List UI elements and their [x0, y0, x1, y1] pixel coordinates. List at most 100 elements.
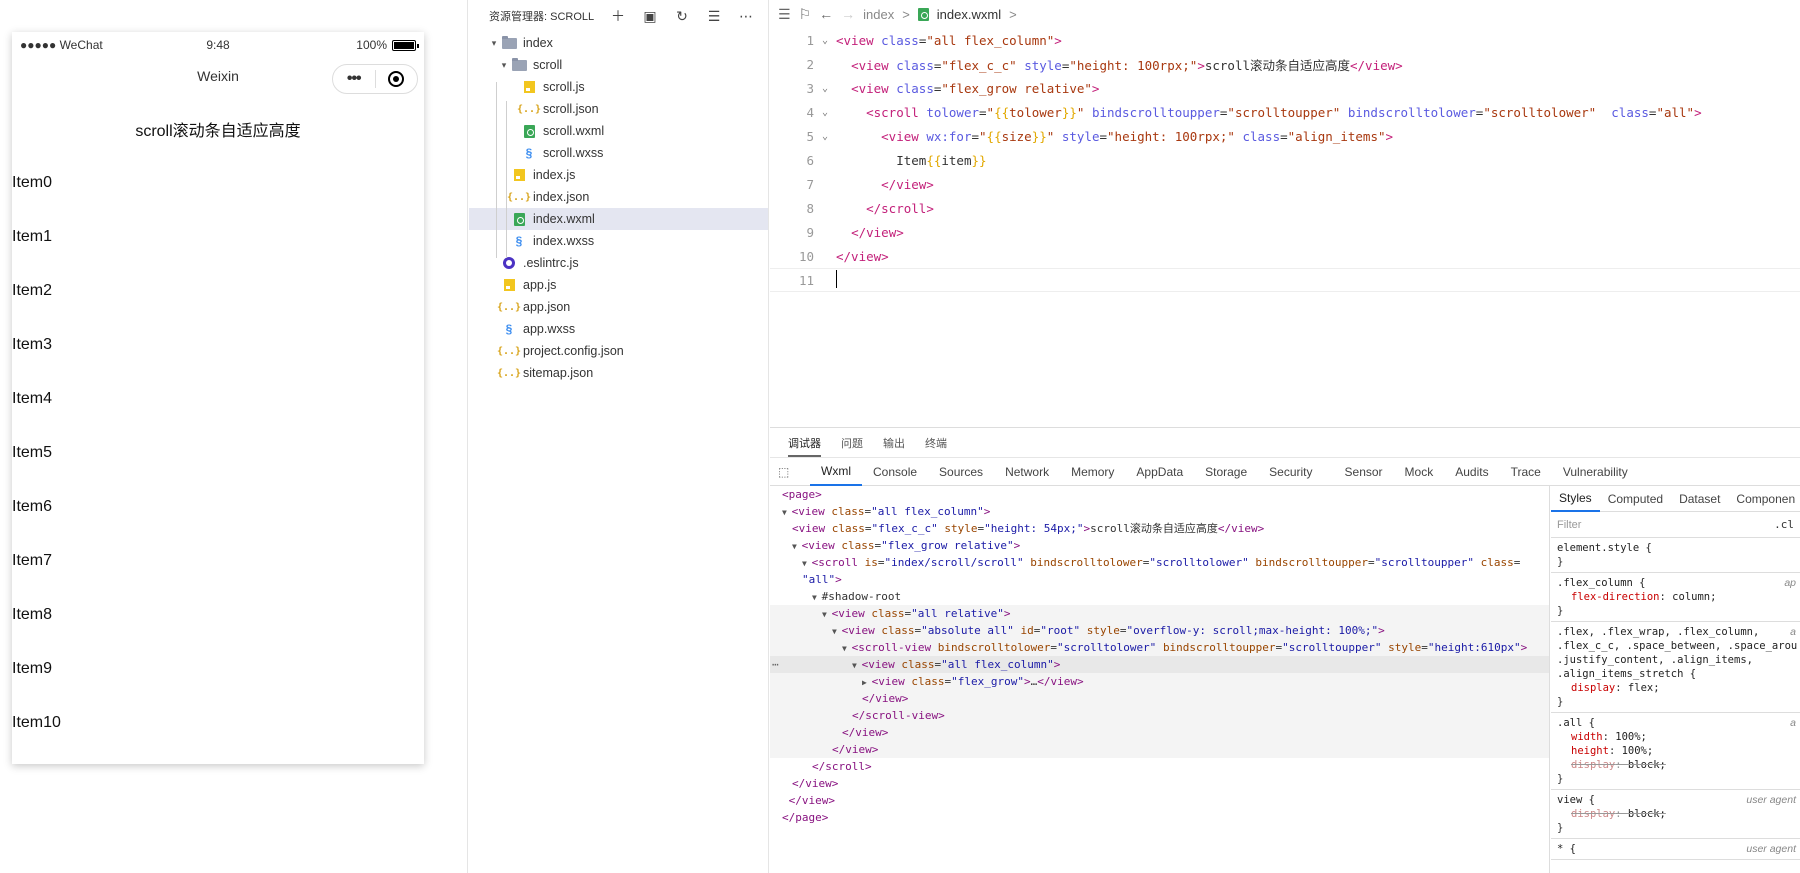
dom-node-row[interactable]: </view>: [770, 792, 1549, 809]
dom-node-row[interactable]: ▼ #shadow-root: [770, 588, 1549, 605]
new-file-icon[interactable]: ＋: [608, 6, 628, 26]
tree-item-scroll-wxss[interactable]: § scroll.wxss: [469, 142, 768, 164]
code-text[interactable]: <view wx:for="{{size}}" style="height: 1…: [836, 129, 1393, 144]
tree-item-app-json[interactable]: {..} app.json: [469, 296, 768, 318]
tab-wxml[interactable]: Wxml: [810, 458, 862, 486]
list-item[interactable]: Item8: [12, 588, 424, 642]
close-miniprogram-icon[interactable]: [376, 71, 418, 87]
tab-audits[interactable]: Audits: [1444, 458, 1499, 486]
css-declaration[interactable]: width: 100%;: [1557, 730, 1794, 744]
dom-node-row[interactable]: "all">: [770, 571, 1549, 588]
tab-trace[interactable]: Trace: [1500, 458, 1552, 486]
tab-2[interactable]: 输出: [883, 435, 905, 451]
expand-arrow-icon[interactable]: ▼: [802, 559, 812, 568]
scroll-list[interactable]: Item0 Item1 Item2 Item3 Item4 Item5 Item6 Item7…: [12, 156, 424, 750]
code-line[interactable]: 6 Item{{item}}: [770, 148, 1800, 172]
styles-tab-1[interactable]: Computed: [1600, 486, 1671, 512]
expand-arrow-icon[interactable]: ▼: [812, 593, 822, 602]
css-source[interactable]: a: [1790, 716, 1796, 730]
tab-3[interactable]: 终端: [925, 435, 947, 451]
list-item[interactable]: Item5: [12, 426, 424, 480]
tree-item-eslintrc-js[interactable]: .eslintrc.js: [469, 252, 768, 274]
code-line[interactable]: 8 </scroll>: [770, 196, 1800, 220]
code-text[interactable]: Item{{item}}: [836, 153, 986, 168]
dom-node-row[interactable]: <page>: [770, 486, 1549, 503]
css-source[interactable]: user agent: [1746, 793, 1796, 807]
capsule-menu[interactable]: •••: [332, 64, 418, 94]
tree-item-scroll-wxml[interactable]: scroll.wxml: [469, 120, 768, 142]
tree-item-index[interactable]: ▾ index: [469, 32, 768, 54]
dom-node-row[interactable]: </view>: [770, 775, 1549, 792]
breadcrumb-file[interactable]: index.wxml: [937, 7, 1001, 22]
tree-item-index-wxss[interactable]: § index.wxss: [469, 230, 768, 252]
fold-chevron-icon[interactable]: ⌄: [814, 35, 836, 46]
code-line[interactable]: 4 ⌄ <scroll tolower="{{tolower}}" bindscr…: [770, 100, 1800, 124]
tree-item-app-js[interactable]: app.js: [469, 274, 768, 296]
breadcrumb-folder[interactable]: index: [863, 7, 894, 22]
css-declaration[interactable]: flex-direction: column;: [1557, 590, 1794, 604]
cls-toggle[interactable]: .cl: [1774, 518, 1794, 531]
expand-arrow-icon[interactable]: ▼: [822, 610, 832, 619]
tree-item-index-js[interactable]: index.js: [469, 164, 768, 186]
dom-node-row[interactable]: ▼ <scroll-view bindscrolltolower="scroll…: [770, 639, 1549, 656]
styles-tab-2[interactable]: Dataset: [1671, 486, 1728, 512]
code-line[interactable]: 5 ⌄ <view wx:for="{{size}}" style="height…: [770, 124, 1800, 148]
tab-storage[interactable]: Storage: [1194, 458, 1258, 486]
dom-node-row[interactable]: ▼ <view class="all relative">: [770, 605, 1549, 622]
tree-item-scroll-js[interactable]: scroll.js: [469, 76, 768, 98]
list-item[interactable]: Item3: [12, 318, 424, 372]
css-declaration[interactable]: display: block;: [1557, 758, 1794, 772]
expand-arrow-icon[interactable]: ▼: [792, 542, 802, 551]
chevron-down-icon[interactable]: ▾: [487, 38, 501, 49]
code-text[interactable]: <view class="flex_grow relative">: [836, 81, 1099, 96]
dom-node-row[interactable]: </view>: [770, 724, 1549, 741]
tree-item-index-json[interactable]: {..} index.json: [469, 186, 768, 208]
code-text[interactable]: <view class="all flex_column">: [836, 33, 1062, 48]
wxml-tree[interactable]: <page> ▼ <view class="all flex_column"> <v…: [770, 486, 1550, 873]
list-item[interactable]: Item9: [12, 642, 424, 696]
styles-tab-3[interactable]: Componen: [1728, 486, 1800, 512]
dom-node-row[interactable]: ▼ <scroll is="index/scroll/scroll" binds…: [770, 554, 1549, 571]
tab-sources[interactable]: Sources: [928, 458, 994, 486]
code-line[interactable]: 2 <view class="flex_c_c" style="height: …: [770, 52, 1800, 76]
tab-mock[interactable]: Mock: [1394, 458, 1445, 486]
expand-arrow-icon[interactable]: ▼: [832, 627, 842, 636]
css-source[interactable]: a: [1790, 625, 1796, 639]
refresh-icon[interactable]: ↻: [672, 6, 692, 26]
css-declaration[interactable]: display: block;: [1557, 807, 1794, 821]
css-declaration[interactable]: display: flex;: [1557, 681, 1794, 695]
list-item[interactable]: Item1: [12, 210, 424, 264]
collapse-all-icon[interactable]: ☰: [704, 6, 724, 26]
dom-node-row[interactable]: </view>: [770, 690, 1549, 707]
dom-node-row[interactable]: ⋯ ▼ <view class="all flex_column">: [770, 656, 1549, 673]
css-source[interactable]: ap: [1784, 576, 1796, 590]
expand-arrow-icon[interactable]: ▶: [862, 678, 872, 687]
tab-0[interactable]: 调试器: [788, 435, 821, 457]
tree-item-app-wxss[interactable]: § app.wxss: [469, 318, 768, 340]
more-icon[interactable]: ⋯: [772, 656, 779, 673]
tab-memory[interactable]: Memory: [1060, 458, 1125, 486]
fold-chevron-icon[interactable]: ⌄: [814, 107, 836, 118]
css-selector[interactable]: .flex_column {: [1557, 576, 1794, 590]
code-line[interactable]: 9 </view>: [770, 220, 1800, 244]
dom-node-row[interactable]: </page>: [770, 809, 1549, 826]
more-actions-icon[interactable]: ⋯: [736, 6, 756, 26]
tab-sensor[interactable]: Sensor: [1334, 458, 1394, 486]
expand-arrow-icon[interactable]: ▼: [842, 644, 852, 653]
code-line[interactable]: 1 ⌄ <view class="all flex_column">: [770, 28, 1800, 52]
code-line[interactable]: 3 ⌄ <view class="flex_grow relative">: [770, 76, 1800, 100]
expand-arrow-icon[interactable]: ▼: [852, 661, 862, 670]
styles-tab-0[interactable]: Styles: [1551, 486, 1600, 512]
dom-node-row[interactable]: </scroll-view>: [770, 707, 1549, 724]
list-item[interactable]: Item0: [12, 156, 424, 210]
tab-appdata[interactable]: AppData: [1125, 458, 1194, 486]
code-area[interactable]: 1 ⌄ <view class="all flex_column"> 2 <view …: [770, 28, 1800, 292]
code-line[interactable]: 11: [770, 268, 1800, 292]
list-icon[interactable]: ☰: [778, 6, 791, 23]
dom-node-row[interactable]: ▶ <view class="flex_grow">…</view>: [770, 673, 1549, 690]
dom-node-row[interactable]: </view>: [770, 741, 1549, 758]
tree-item-project-config-json[interactable]: {..} project.config.json: [469, 340, 768, 362]
more-icon[interactable]: •••: [333, 70, 375, 88]
dom-node-row[interactable]: ▼ <view class="all flex_column">: [770, 503, 1549, 520]
dom-node-row[interactable]: </scroll>: [770, 758, 1549, 775]
